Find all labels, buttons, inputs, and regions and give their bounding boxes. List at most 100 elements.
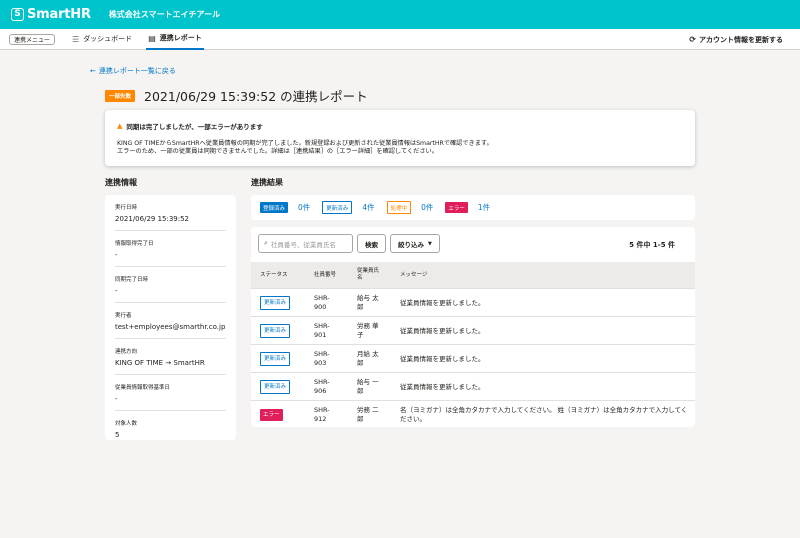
info-item: 従業員情報取得基準日 - [115, 375, 226, 411]
message-cell: 名（ヨミガナ）は全角カタカナで入力してください。 姓（ヨミガナ）は全角カタカナで… [400, 406, 688, 423]
info-item: 同期完了日時 - [115, 267, 226, 303]
sub-navigation: 連携メニュー ☰ ダッシュボード ▤ 連携レポート ⟳ アカウント情報を更新する [0, 29, 800, 50]
employee-number-cell: SHR-901 [314, 322, 330, 339]
table-row: 更新済み SHR-900 給与 太郎 従業員情報を更新しました。 [251, 288, 695, 316]
tab-integration-report-label: 連携レポート [159, 34, 202, 42]
info-value: - [115, 287, 118, 295]
employee-name-cell: 給与 太郎 [357, 294, 379, 311]
arrow-left-icon: ← [90, 67, 96, 75]
employee-number-cell: SHR-903 [314, 350, 330, 367]
info-label: 同期完了日時 [115, 277, 149, 283]
tab-dashboard-label: ダッシュボード [83, 35, 133, 43]
info-item: 連携方向 KING OF TIME → SmartHR [115, 339, 226, 375]
status-cell: 更新済み [260, 317, 291, 345]
info-label: 連携方向 [115, 349, 138, 355]
column-header-employee-name: 従業員氏名 [357, 268, 380, 281]
top-bar: S SmartHR 株式会社スマートエイチアール [0, 0, 800, 29]
status-cell: 更新済み [260, 289, 291, 317]
status-badge: 更新済み [260, 352, 291, 366]
table-row: 更新済み SHR-906 給与 一郎 従業員情報を更新しました。 [251, 372, 695, 400]
integration-menu-button[interactable]: 連携メニュー [9, 33, 56, 45]
alert-line: KING OF TIMEからSmartHRへ従業員情報の同期が完了しました。新規… [117, 140, 493, 147]
refresh-icon: ⟳ [689, 35, 696, 44]
search-input[interactable]: ⌕ 社員番号、従業員氏名 [258, 234, 353, 253]
results-summary: 登録済み 0件 更新済み 4件 処理中 0件 エラー 1件 [251, 195, 695, 220]
info-value: 2021/06/29 15:39:52 [115, 215, 190, 223]
table-row: 更新済み SHR-903 月給 太郎 従業員情報を更新しました。 [251, 344, 695, 372]
info-label: 実行者 [115, 313, 132, 319]
status-cell: エラー [260, 401, 283, 427]
employee-name-cell: 労務 二郎 [357, 406, 379, 423]
info-value: 5 [115, 431, 120, 439]
table-row: エラー SHR-912 労務 二郎 名（ヨミガナ）は全角カタカナで入力してくださ… [251, 400, 695, 427]
message-cell: 従業員情報を更新しました。 [400, 382, 485, 391]
employee-number-cell: SHR-906 [314, 378, 330, 395]
results-toolbar: ⌕ 社員番号、従業員氏名 検索 絞り込み ▼ [258, 234, 440, 253]
error-count-link[interactable]: 1件 [478, 202, 490, 213]
sync-warning-alert: ▲ 同期は完了しましたが、一部エラーがあります KING OF TIMEからSm… [105, 110, 695, 166]
partial-failure-badge: 一部失敗 [105, 89, 136, 102]
employee-name-cell: 給与 一郎 [357, 378, 379, 395]
status-cell: 更新済み [260, 373, 291, 401]
status-badge-registered: 登録済み [260, 202, 289, 213]
list-icon: ☰ [72, 34, 80, 44]
info-value: KING OF TIME → SmartHR [115, 359, 205, 367]
status-badge: 更新済み [260, 296, 291, 310]
info-item: 情報取得完了日 - [115, 231, 226, 267]
filter-button-label: 絞り込み [398, 240, 424, 249]
employee-name-cell: 労務 華子 [357, 322, 379, 339]
page-title-row: 一部失敗 2021/06/29 15:39:52 の連携レポート [105, 86, 368, 105]
results-table-card: ⌕ 社員番号、従業員氏名 検索 絞り込み ▼ 5 件中 1-5 件 ステータス … [251, 227, 695, 427]
back-link-label: 連携レポート一覧に戻る [98, 67, 176, 75]
integration-info-heading: 連携情報 [105, 178, 137, 187]
employee-number-cell: SHR-900 [314, 294, 330, 311]
pagination-count: 5 件中 1-5 件 [629, 241, 675, 249]
page-title: 2021/06/29 15:39:52 の連携レポート [144, 89, 368, 104]
message-cell: 従業員情報を更新しました。 [400, 354, 485, 363]
info-value: - [115, 251, 118, 259]
message-cell: 従業員情報を更新しました。 [400, 326, 485, 335]
back-to-report-list-link[interactable]: ← 連携レポート一覧に戻る [90, 66, 176, 76]
employee-number-cell: SHR-912 [314, 406, 330, 423]
alert-line: エラーのため、一部の従業員は同期できませんでした。詳細は［連携結果］の［エラー詳… [117, 148, 438, 155]
tab-dashboard[interactable]: ☰ ダッシュボード [70, 29, 134, 50]
table-row: 更新済み SHR-901 労務 華子 従業員情報を更新しました。 [251, 316, 695, 344]
search-placeholder: 社員番号、従業員氏名 [270, 240, 336, 249]
info-item: 実行者 test+employees@smarthr.co.jp [115, 303, 226, 339]
smarthr-logo[interactable]: S SmartHR [11, 7, 91, 22]
status-cell: 更新済み [260, 345, 291, 373]
table-header: ステータス 社員番号 従業員氏名 メッセージ [251, 262, 695, 288]
refresh-account-button[interactable]: ⟳ アカウント情報を更新する [689, 29, 783, 50]
status-badge: エラー [260, 409, 283, 421]
alert-header: ▲ 同期は完了しましたが、一部エラーがあります [117, 121, 683, 131]
refresh-account-label: アカウント情報を更新する [699, 35, 783, 44]
employee-name-cell: 月給 太郎 [357, 350, 379, 367]
processing-count-link[interactable]: 0件 [421, 202, 433, 213]
registered-count-link[interactable]: 0件 [298, 202, 310, 213]
status-badge: 更新済み [260, 380, 291, 394]
info-label: 対象人数 [115, 421, 138, 427]
status-badge: 更新済み [260, 324, 291, 338]
info-label: 情報取得完了日 [115, 241, 154, 247]
updated-count-link[interactable]: 4件 [362, 202, 374, 213]
column-header-status: ステータス [260, 271, 288, 278]
status-badge-updated: 更新済み [322, 201, 353, 214]
warning-icon: ▲ [117, 122, 123, 130]
integration-info-card: 実行日時 2021/06/29 15:39:52 情報取得完了日 - 同期完了日… [105, 195, 236, 440]
column-header-message: メッセージ [400, 271, 428, 278]
alert-title: 同期は完了しましたが、一部エラーがあります [126, 123, 263, 131]
info-label: 従業員情報取得基準日 [115, 385, 171, 391]
alert-body: KING OF TIMEからSmartHRへ従業員情報の同期が完了しました。新規… [117, 140, 683, 156]
column-header-employee-number: 社員番号 [314, 271, 337, 278]
message-cell: 従業員情報を更新しました。 [400, 298, 485, 307]
status-badge-processing: 処理中 [386, 201, 412, 214]
status-badge-error: エラー [445, 202, 468, 213]
info-value: - [115, 395, 118, 403]
search-icon: ⌕ [264, 239, 268, 247]
info-value: test+employees@smarthr.co.jp [115, 323, 226, 331]
company-name: 株式会社スマートエイチアール [108, 10, 221, 19]
tab-integration-report[interactable]: ▤ 連携レポート [146, 29, 204, 50]
filter-button[interactable]: 絞り込み ▼ [390, 234, 440, 253]
logo-text: SmartHR [27, 7, 91, 22]
search-button[interactable]: 検索 [357, 234, 386, 253]
